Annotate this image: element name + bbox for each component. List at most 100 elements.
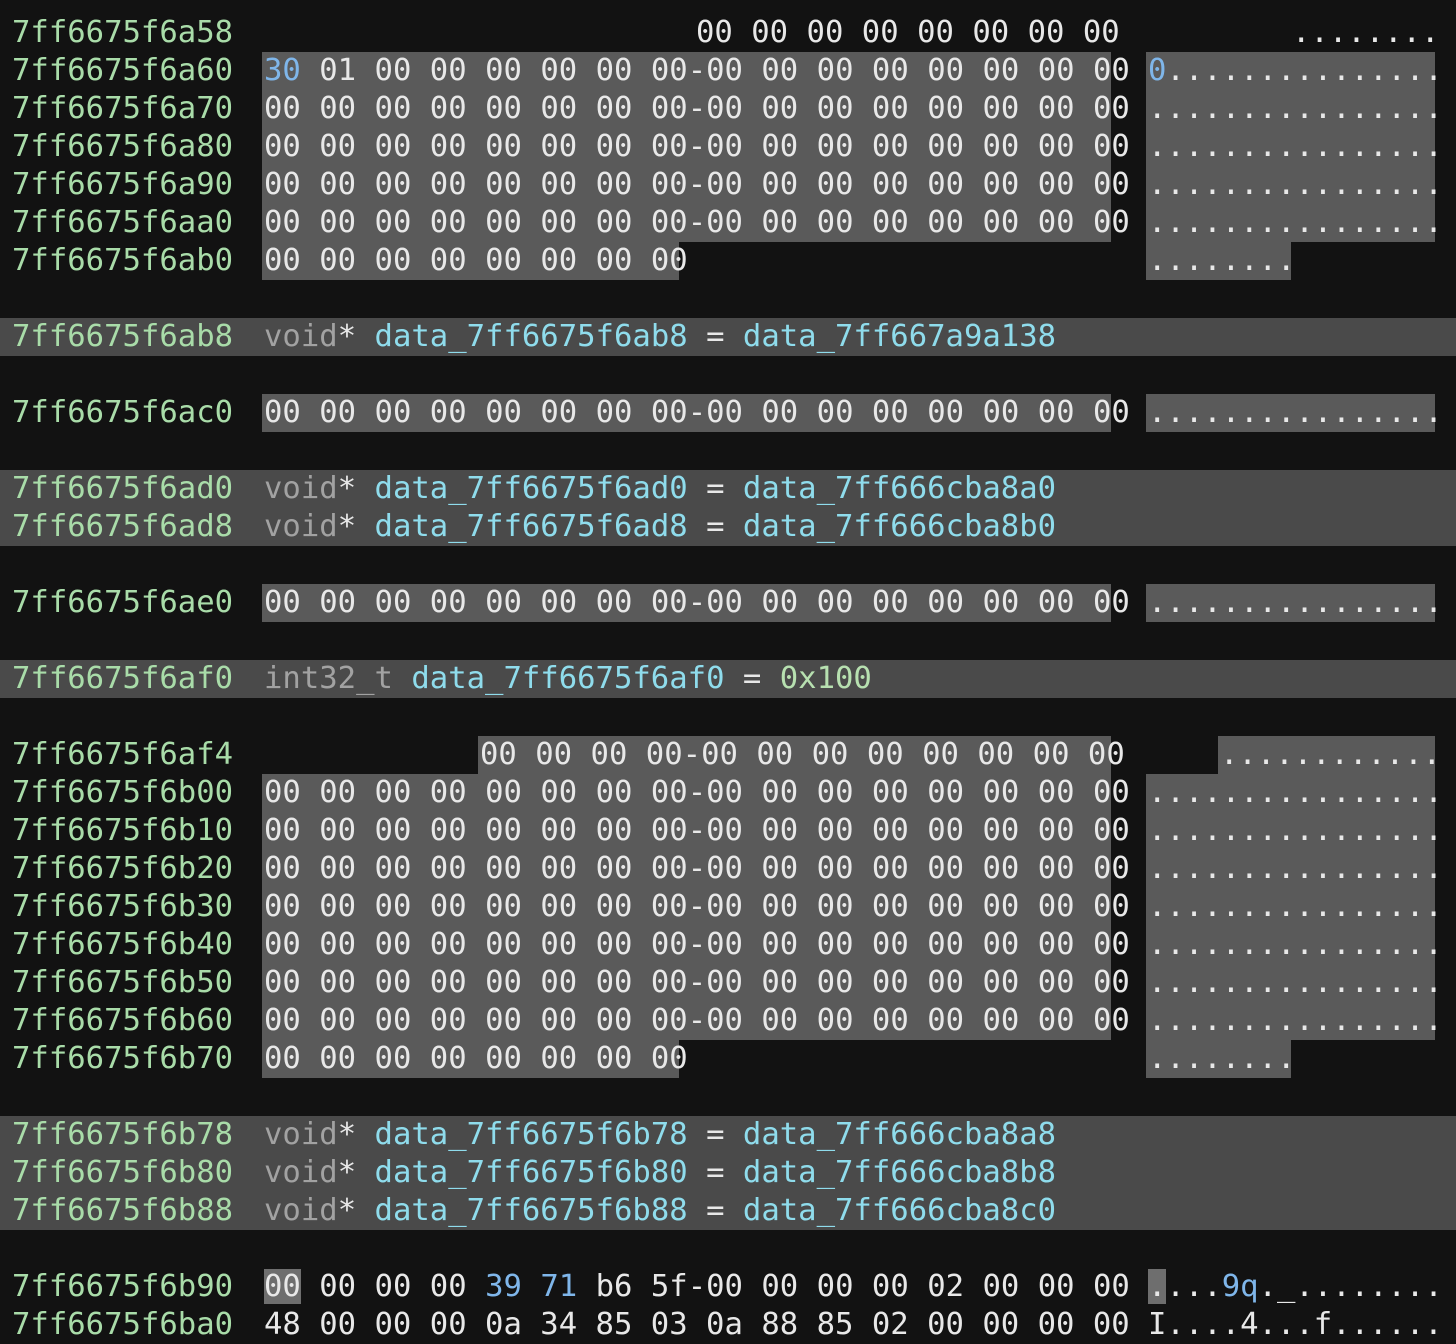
hex-byte[interactable]: 00 [651,889,688,924]
hex-bytes[interactable]: 00 00 00 00 00 00 00 00-00 00 00 00 00 0… [264,166,1130,204]
hex-byte[interactable]: 00 [540,167,577,202]
hex-byte[interactable]: 00 [982,395,1019,430]
hex-byte[interactable]: 00 [761,851,798,886]
hex-byte[interactable]: 00 [706,91,743,126]
hex-byte[interactable]: 00 [972,15,1009,50]
hex-byte[interactable]: 00 [596,167,633,202]
hex-byte[interactable]: 00 [872,167,909,202]
hex-byte[interactable]: 00 [264,1003,301,1038]
hex-byte[interactable]: 00 [264,775,301,810]
hex-byte[interactable]: 00 [922,737,959,772]
hex-byte[interactable]: 00 [706,965,743,1000]
hex-bytes[interactable]: 00 00 00 00 00 00 00 00-00 00 00 00 00 0… [264,926,1130,964]
hex-byte[interactable]: 00 [651,775,688,810]
hex-bytes[interactable]: 00 00 00 00 00 00 00 00-00 00 00 00 00 0… [264,204,1130,242]
hex-byte[interactable]: 00 [817,205,854,240]
hex-byte[interactable]: 00 [540,585,577,620]
hex-byte[interactable]: 00 [761,1003,798,1038]
hex-byte[interactable]: 00 [319,927,356,962]
hex-byte[interactable]: 00 [761,91,798,126]
symbol-name[interactable]: data_7ff6675f6b88 [375,1193,688,1228]
hex-byte[interactable]: 5f [651,1269,688,1304]
hex-byte[interactable]: 00 [817,851,854,886]
hex-byte[interactable]: 00 [817,889,854,924]
hex-byte[interactable]: 00 [430,53,467,88]
hex-byte[interactable]: 00 [485,1003,522,1038]
hex-bytes[interactable]: 00 00 00 00 00 00 00 00-00 00 00 00 00 0… [264,964,1130,1002]
hex-byte[interactable]: 00 [927,813,964,848]
hex-byte[interactable]: 00 [982,167,1019,202]
hex-byte[interactable]: 00 [706,53,743,88]
hex-byte[interactable]: 00 [817,927,854,962]
hex-byte[interactable]: 00 [535,737,572,772]
hex-byte[interactable]: 00 [375,129,412,164]
hex-byte[interactable]: 00 [927,851,964,886]
hex-byte[interactable]: 00 [817,585,854,620]
hex-byte[interactable]: 00 [1083,15,1120,50]
hex-byte[interactable]: 00 [872,585,909,620]
hex-byte[interactable]: 00 [264,395,301,430]
hex-byte[interactable]: 00 [264,129,301,164]
hex-byte[interactable]: 00 [319,243,356,278]
hex-byte[interactable]: 00 [264,851,301,886]
hex-byte[interactable]: 00 [375,1269,412,1304]
hex-byte[interactable]: 00 [540,91,577,126]
hex-byte[interactable]: b6 [596,1269,633,1304]
symbol-value[interactable]: 0x100 [780,661,872,696]
hex-bytes[interactable]: 00 00 00 00 39 71 b6 5f-00 00 00 00 02 0… [264,1268,1130,1306]
hex-byte[interactable]: 00 [927,585,964,620]
hex-byte[interactable]: 00 [872,1269,909,1304]
hex-byte[interactable]: 00 [817,129,854,164]
hex-byte[interactable]: 00 [1038,129,1075,164]
hex-byte[interactable]: 00 [1038,965,1075,1000]
hex-byte[interactable]: 00 [761,395,798,430]
hex-byte[interactable]: 00 [706,585,743,620]
hex-byte[interactable]: 00 [540,243,577,278]
hex-byte[interactable]: 00 [264,1041,301,1076]
hex-byte[interactable]: 00 [596,395,633,430]
hex-byte[interactable]: 00 [706,129,743,164]
hex-byte[interactable]: 01 [319,53,356,88]
hex-byte[interactable]: 00 [596,1041,633,1076]
hex-byte[interactable]: 00 [706,927,743,962]
hex-byte[interactable]: 00 [761,129,798,164]
hex-byte[interactable]: 00 [540,965,577,1000]
hex-byte[interactable]: 00 [596,927,633,962]
hex-byte[interactable]: 00 [867,737,904,772]
hex-byte[interactable]: 00 [540,851,577,886]
hex-byte[interactable]: 00 [430,927,467,962]
hex-byte[interactable]: 00 [319,1003,356,1038]
hex-byte[interactable]: 00 [596,813,633,848]
hex-byte[interactable]: 00 [872,129,909,164]
hex-bytes[interactable]: 00 00 00 00 00 00 00 00 [264,1040,688,1078]
hex-byte[interactable]: 00 [1093,53,1130,88]
data-declaration[interactable]: void* data_7ff6675f6b88 = data_7ff666cba… [264,1192,1056,1230]
hex-byte[interactable]: 00 [872,813,909,848]
data-declaration[interactable]: void* data_7ff6675f6ab8 = data_7ff667a9a… [264,318,1056,356]
hex-byte[interactable]: 00 [706,1269,743,1304]
hex-byte[interactable]: 00 [1093,775,1130,810]
hex-byte[interactable]: 00 [430,205,467,240]
hex-byte[interactable]: 00 [375,927,412,962]
hex-byte[interactable]: 00 [982,775,1019,810]
hex-byte[interactable]: 00 [264,927,301,962]
hex-byte[interactable]: 00 [817,167,854,202]
hex-byte[interactable]: 00 [817,91,854,126]
hex-byte[interactable]: 00 [430,167,467,202]
hex-bytes[interactable]: 00 00 00 00 00 00 00 00-00 00 00 00 00 0… [264,128,1130,166]
hex-byte[interactable]: 00 [540,1041,577,1076]
hex-byte[interactable]: 00 [651,965,688,1000]
hex-byte[interactable]: 00 [375,53,412,88]
hex-byte[interactable]: 00 [540,775,577,810]
hex-byte[interactable]: 00 [375,205,412,240]
hex-byte[interactable]: 00 [1093,91,1130,126]
hex-byte[interactable]: 00 [596,205,633,240]
hex-byte[interactable]: 00 [540,205,577,240]
hex-byte[interactable]: 00 [651,585,688,620]
hex-byte[interactable]: 00 [485,851,522,886]
symbol-name[interactable]: data_7ff6675f6ad0 [375,471,688,506]
hex-byte[interactable]: 00 [485,927,522,962]
symbol-value[interactable]: data_7ff666cba8a8 [743,1117,1056,1152]
data-declaration[interactable]: void* data_7ff6675f6b80 = data_7ff666cba… [264,1154,1056,1192]
hex-byte[interactable]: 00 [1038,813,1075,848]
